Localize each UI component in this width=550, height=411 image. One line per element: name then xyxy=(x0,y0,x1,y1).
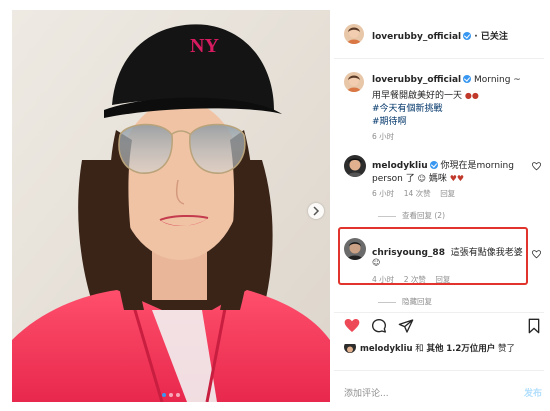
comment-1-text-3: 媽咪 xyxy=(428,174,447,184)
caption-line-1: loverubby_official Morning ~ xyxy=(372,75,521,85)
carousel-dot-active xyxy=(162,393,166,397)
likes-summary-others[interactable]: 其他 xyxy=(426,344,443,354)
post-photo[interactable]: NY xyxy=(12,10,330,402)
instagram-post-frame: NY loverubby_official · 已关注 loverubby_of… xyxy=(0,0,550,411)
comment-1-line-2: person 了 ☺ 媽咪 ♥♥ xyxy=(372,171,464,184)
selfie-illustration: NY xyxy=(12,10,330,402)
likes-summary-count[interactable]: 1.2万 xyxy=(446,344,470,354)
apple-emoji-icon: ●● xyxy=(464,91,479,100)
carousel-dot xyxy=(169,393,173,397)
comment-1-line-1: melodykliu 你現在是morning xyxy=(372,158,514,171)
liker-avatar[interactable] xyxy=(344,341,356,353)
avatar-image xyxy=(344,24,364,44)
heart-emoji-icon: ♥♥ xyxy=(449,174,465,183)
next-photo-button[interactable] xyxy=(308,203,324,219)
comment-icon[interactable] xyxy=(371,318,387,334)
likes-summary-conj: 和 xyxy=(415,344,424,354)
emoji-icon: ☺ xyxy=(417,174,426,183)
carousel-dot xyxy=(176,393,180,397)
caption-hashtag-1[interactable]: #今天有個新挑戰 xyxy=(372,101,443,114)
verified-icon xyxy=(429,161,438,169)
comment-1-text-1: 你現在是morning xyxy=(440,161,514,171)
header-author-name[interactable]: loverubby_official xyxy=(372,32,461,42)
comment-1-like-icon[interactable] xyxy=(532,162,541,171)
comment-1-view-replies[interactable]: 查看回复 (2) xyxy=(378,210,445,221)
comment-2-like-icon[interactable] xyxy=(532,250,541,259)
caption-time[interactable]: 6 小时 xyxy=(372,131,394,142)
caption-author[interactable]: loverubby_official xyxy=(372,75,461,85)
comment-1-likes[interactable]: 14 次赞 xyxy=(404,189,431,198)
caption-avatar[interactable] xyxy=(344,72,364,92)
caption-hashtag-2[interactable]: #期待啊 xyxy=(372,114,407,127)
avatar-image xyxy=(344,72,364,92)
comment-1-author[interactable]: melodykliu xyxy=(372,161,428,171)
follow-status[interactable]: · 已关注 xyxy=(474,32,508,42)
author-avatar[interactable] xyxy=(344,24,364,44)
comment-avatar[interactable] xyxy=(344,155,366,177)
avatar-image xyxy=(344,344,356,353)
comment-1-text-2: person 了 xyxy=(372,174,415,184)
caption-line-2: 用早餐開啟美好的一天 ●● xyxy=(372,88,479,101)
post-side-panel: loverubby_official · 已关注 loverubby_offic… xyxy=(334,10,544,402)
comment-1-reply-button[interactable]: 回复 xyxy=(440,189,455,198)
likes-summary-verb: 赞了 xyxy=(497,344,515,354)
comment-box-divider xyxy=(334,370,544,371)
header-divider xyxy=(334,58,544,59)
share-icon[interactable] xyxy=(398,318,414,334)
chevron-right-icon xyxy=(313,206,320,216)
bookmark-icon[interactable] xyxy=(527,318,541,334)
likes-summary: melodykliu 和 其他 1.2万位用户 赞了 xyxy=(360,342,515,354)
likes-summary-user[interactable]: melodykliu xyxy=(360,344,413,354)
verified-icon xyxy=(463,75,472,83)
svg-text:NY: NY xyxy=(190,35,219,57)
actions-divider xyxy=(334,312,544,313)
comment-1-meta: 6 小时 14 次赞 回复 xyxy=(372,188,455,199)
verified-icon xyxy=(463,32,472,40)
post-comment-button[interactable]: 发布 xyxy=(524,386,542,399)
heart-icon[interactable] xyxy=(344,318,360,334)
add-comment-input[interactable]: 添加评论... xyxy=(344,386,389,399)
comment-2-hide-replies[interactable]: 隐藏回复 xyxy=(378,296,432,307)
caption-text-2: 用早餐開啟美好的一天 xyxy=(372,91,463,101)
likes-summary-unit[interactable]: 位用户 xyxy=(470,344,496,354)
comment-1-time[interactable]: 6 小时 xyxy=(372,189,394,198)
avatar-image xyxy=(344,155,366,177)
header-author[interactable]: loverubby_official · 已关注 xyxy=(372,29,508,42)
caption-text-1: Morning ~ xyxy=(474,75,521,85)
highlight-box xyxy=(338,227,528,285)
